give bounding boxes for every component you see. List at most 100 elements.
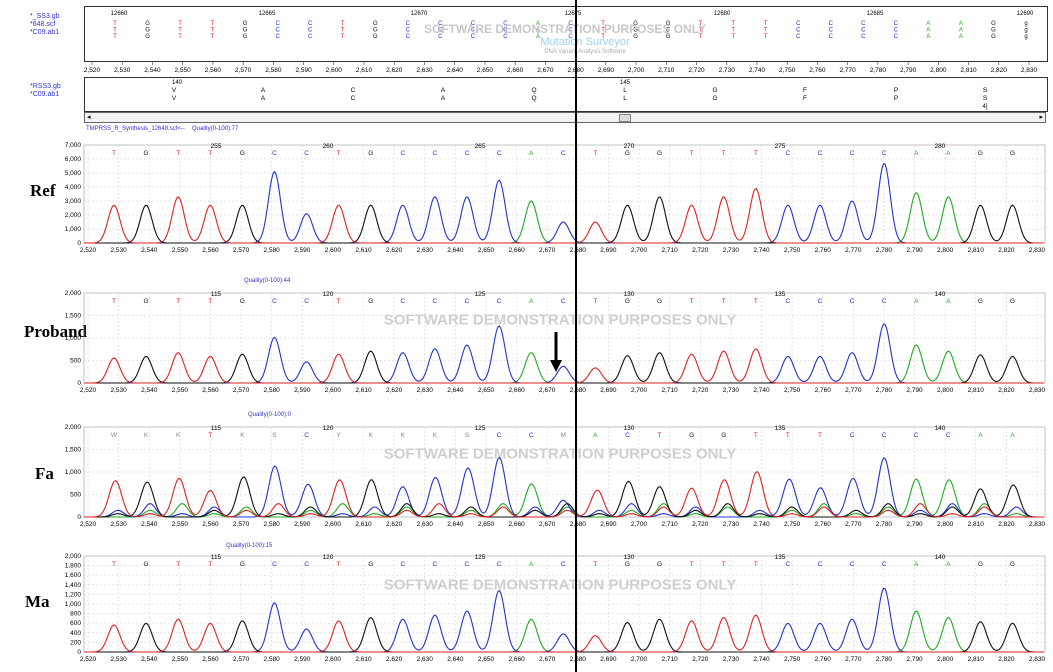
base-position-label: 255 <box>211 143 222 150</box>
x-tick-label: 2,820 <box>991 67 1008 74</box>
reference-sequence-panel: 12660 12665 12670 12675 12680 12685 12690 T G T T G… <box>84 6 1048 62</box>
trace-a <box>84 610 1044 653</box>
base-call-letter: C <box>786 298 791 305</box>
position-cursor-line[interactable] <box>575 0 577 672</box>
scroll-thumb[interactable] <box>619 114 631 122</box>
base-position-label: 115 <box>211 554 222 561</box>
base-call-letter: T <box>593 150 597 157</box>
amino-acid-letter: S <box>983 87 988 94</box>
y-tick-label: 2,000 <box>65 290 82 297</box>
scroll-left-arrow[interactable]: ◂ <box>87 113 91 122</box>
x-tick-label: 2,590 <box>294 387 311 394</box>
base-position-label: 130 <box>624 425 635 432</box>
base-letter: C <box>861 34 866 40</box>
x-tick-label: 2,800 <box>937 247 954 254</box>
base-call-letter: T <box>112 150 116 157</box>
base-call-letter: C <box>272 150 277 157</box>
base-call-letter: M <box>561 432 566 439</box>
base-call-letter: C <box>433 298 438 305</box>
base-position-label: 265 <box>475 143 486 150</box>
base-call-letter: A <box>529 298 534 305</box>
x-tick-label: 2,800 <box>930 67 947 74</box>
base-letter: C <box>308 28 313 34</box>
base-call-letter: G <box>368 150 373 157</box>
trace-t <box>84 614 1044 653</box>
coordinate-label: 12675 <box>565 11 582 17</box>
x-tick-label: 2,670 <box>539 387 556 394</box>
y-tick-label: 2,000 <box>65 424 82 431</box>
base-letter: C <box>308 21 313 27</box>
base-call-letter: G <box>657 150 662 157</box>
base-call-letter: T <box>337 298 341 305</box>
base-letter: A <box>926 21 930 27</box>
base-call-letter: C <box>400 561 405 568</box>
x-tick-label: 2,710 <box>662 387 679 394</box>
base-call-letter: Y <box>336 432 341 439</box>
y-tick-label: 6,000 <box>65 156 82 163</box>
base-call-letter: A <box>946 150 951 157</box>
x-tick-label: 2,610 <box>355 247 372 254</box>
x-tick-label: 2,810 <box>968 656 985 663</box>
horizontal-scrollbar[interactable]: ◂ ▸ <box>84 112 1046 123</box>
base-position-label: 135 <box>775 291 786 298</box>
x-tick-label: 2,600 <box>325 247 342 254</box>
base-letter: G <box>373 34 378 40</box>
y-tick-label: 1,200 <box>65 591 82 598</box>
x-tick-label: 2,720 <box>688 67 705 74</box>
track-label: *C09.ab1 <box>30 29 60 36</box>
x-tick-label: 2,830 <box>1029 521 1046 528</box>
base-call-letter: T <box>112 298 116 305</box>
x-tick-label: 2,820 <box>998 387 1015 394</box>
base-call-letter: T <box>176 298 180 305</box>
y-tick-label: 1,600 <box>65 572 82 579</box>
base-call-letter: C <box>818 150 823 157</box>
x-tick-label: 2,600 <box>325 387 342 394</box>
base-letter: C <box>829 34 834 40</box>
scroll-right-arrow[interactable]: ▸ <box>1039 113 1043 122</box>
base-call-letter: A <box>593 432 598 439</box>
x-tick-label: 2,590 <box>294 521 311 528</box>
x-tick-label: 2,830 <box>1029 656 1046 663</box>
base-letter: C <box>894 28 899 34</box>
x-tick-label: 2,540 <box>141 521 158 528</box>
base-letter: T <box>211 21 215 27</box>
base-letter: A <box>926 28 930 34</box>
x-tick-label: 2,720 <box>692 521 709 528</box>
x-tick-label: 2,710 <box>662 521 679 528</box>
x-tick-label: 2,800 <box>937 521 954 528</box>
x-tick-label: 2,660 <box>508 387 525 394</box>
base-call-letter: C <box>272 298 277 305</box>
x-tick-label: 2,830 <box>1029 247 1046 254</box>
y-tick-label: 1,500 <box>65 313 82 320</box>
base-position-label: 260 <box>323 143 334 150</box>
x-tick-label: 2,790 <box>906 387 923 394</box>
watermark-text: SOFTWARE DEMONSTRATION PURPOSES ONLY <box>384 577 737 594</box>
x-tick-label: 2,530 <box>114 67 131 74</box>
x-tick-label: 2,710 <box>662 656 679 663</box>
x-tick-label: 2,670 <box>539 656 556 663</box>
x-tick-label: 2,780 <box>876 247 893 254</box>
x-tick-label: 2,750 <box>784 521 801 528</box>
base-letter: T <box>731 28 735 34</box>
y-tick-label: 1,500 <box>65 447 82 454</box>
base-call-letter: T <box>754 150 758 157</box>
base-call-letter: G <box>657 561 662 568</box>
coordinate-label: 12680 <box>714 11 731 17</box>
x-tick-label: 2,580 <box>265 67 282 74</box>
base-letter: T <box>113 28 117 34</box>
x-tick-label: 2,640 <box>447 247 464 254</box>
base-letter: C <box>276 21 281 27</box>
x-tick-label: 2,610 <box>355 521 372 528</box>
base-call-letter: C <box>433 561 438 568</box>
base-letter: C <box>406 28 411 34</box>
base-call-letter: A <box>1010 432 1015 439</box>
x-tick-label: 2,800 <box>937 387 954 394</box>
coordinate-label: 12685 <box>867 11 884 17</box>
x-tick-label: 2,530 <box>110 521 127 528</box>
x-tick-label: 2,530 <box>110 656 127 663</box>
y-tick-label: 500 <box>70 358 81 365</box>
base-letter: C <box>276 28 281 34</box>
y-tick-label: 3,000 <box>65 198 82 205</box>
base-call-letter: T <box>722 561 726 568</box>
watermark-text: SOFTWARE DEMONSTRATION PURPOSES ONLY <box>424 22 706 36</box>
